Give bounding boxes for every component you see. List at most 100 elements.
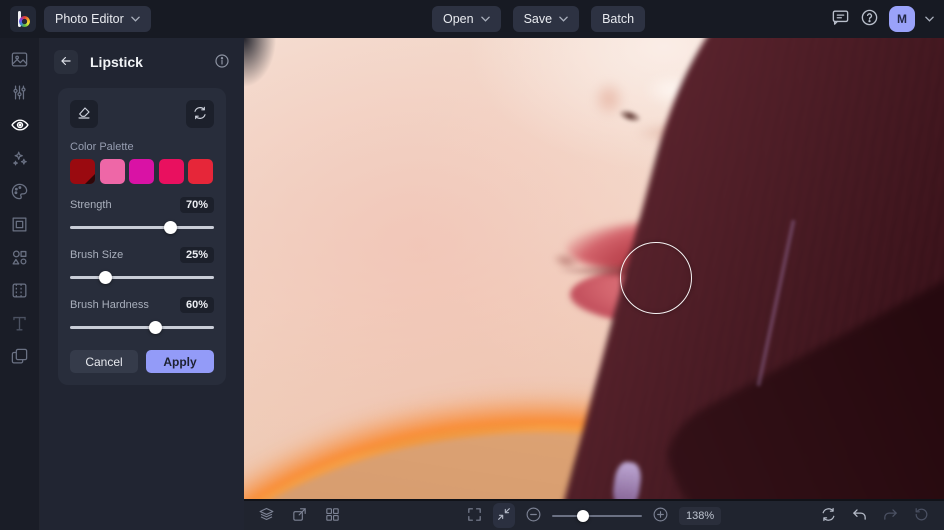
- feedback-chat-button[interactable]: [831, 8, 850, 30]
- strength-slider-knob[interactable]: [163, 221, 177, 234]
- chevron-down-icon: [131, 16, 140, 22]
- help-icon: [860, 8, 879, 30]
- zoom-controls-group: 138%: [466, 503, 722, 528]
- back-button[interactable]: [54, 50, 78, 74]
- brush-size-row: Brush Size 25%: [70, 247, 214, 263]
- info-button[interactable]: [214, 53, 230, 72]
- color-swatch-magenta[interactable]: [129, 159, 154, 184]
- zoom-slider-knob[interactable]: [576, 509, 589, 522]
- color-palette-label: Color Palette: [70, 141, 134, 153]
- save-button[interactable]: Save: [512, 6, 580, 32]
- zoom-slider-track[interactable]: [552, 514, 642, 517]
- app-menu-label: Photo Editor: [55, 12, 124, 26]
- eraser-icon: [76, 105, 92, 124]
- brush-hardness-slider[interactable]: [70, 321, 214, 334]
- account-menu-button[interactable]: [925, 16, 934, 22]
- sidebar-item-graphics[interactable]: [9, 249, 31, 268]
- brush-cursor[interactable]: [620, 242, 692, 314]
- panel-action-buttons: Cancel Apply: [70, 350, 214, 373]
- adjust-sliders-icon: [10, 83, 29, 105]
- avatar[interactable]: M: [889, 6, 915, 32]
- brush-hardness-slider-track[interactable]: [70, 326, 214, 329]
- brush-hardness-row: Brush Hardness 60%: [70, 297, 214, 313]
- arrow-left-icon: [59, 54, 73, 71]
- help-button[interactable]: [860, 8, 879, 30]
- brush-tools-row: [70, 100, 214, 128]
- zoom-out-button[interactable]: [525, 506, 542, 526]
- sidebar-item-edit[interactable]: [9, 84, 31, 103]
- strength-slider-track[interactable]: [70, 226, 214, 229]
- undo-button[interactable]: [851, 506, 868, 526]
- sidebar-item-layers[interactable]: [9, 348, 31, 367]
- compare-button[interactable]: [291, 506, 308, 526]
- reset-history-button[interactable]: [913, 506, 930, 526]
- reset-refresh-icon: [192, 105, 208, 124]
- top-bar: Photo Editor Open Save Batch M: [0, 0, 944, 38]
- panel-title: Lipstick: [90, 54, 143, 70]
- logo-rainbow-ring-icon: [19, 16, 30, 27]
- open-button[interactable]: Open: [432, 6, 501, 32]
- batch-button[interactable]: Batch: [591, 6, 646, 32]
- color-swatch-red[interactable]: [188, 159, 213, 184]
- reset-button[interactable]: [186, 100, 214, 128]
- eraser-button[interactable]: [70, 100, 98, 128]
- grid-view-button[interactable]: [324, 506, 341, 526]
- redo-button[interactable]: [882, 506, 899, 526]
- brush-size-slider-knob[interactable]: [99, 271, 112, 284]
- panel-header: Lipstick: [40, 38, 244, 84]
- zoom-slider[interactable]: [552, 509, 642, 522]
- cancel-button[interactable]: Cancel: [70, 350, 138, 373]
- file-actions-group: Open Save Batch: [432, 6, 646, 32]
- zoom-in-button[interactable]: [652, 506, 669, 526]
- textures-icon: [10, 281, 29, 303]
- strength-slider[interactable]: [70, 221, 214, 234]
- lipstick-panel: Lipstick Color Palette Strength 70% Brus…: [40, 38, 244, 530]
- color-swatch-dark-red[interactable]: [70, 159, 95, 184]
- fullscreen-icon: [466, 506, 483, 526]
- redo-icon: [882, 506, 899, 526]
- brush-size-value-badge: 25%: [179, 247, 214, 263]
- open-label: Open: [443, 12, 474, 26]
- photo-canvas[interactable]: [244, 38, 944, 499]
- effects-sparkles-icon: [10, 149, 29, 171]
- sidebar-item-textures[interactable]: [9, 282, 31, 301]
- sidebar-item-photo[interactable]: [9, 51, 31, 70]
- sidebar-item-artsy[interactable]: [9, 183, 31, 202]
- plus-circle-icon: [652, 506, 669, 526]
- touchup-eye-icon: [10, 115, 30, 138]
- apply-button[interactable]: Apply: [146, 350, 214, 373]
- text-icon: [10, 314, 29, 336]
- befunky-logo[interactable]: [10, 6, 36, 32]
- brush-hardness-value-badge: 60%: [179, 297, 214, 313]
- brush-size-slider[interactable]: [70, 271, 214, 284]
- tools-sidebar: [0, 38, 40, 530]
- brush-hardness-slider-knob[interactable]: [149, 321, 163, 334]
- compare-external-icon: [291, 506, 308, 526]
- frames-icon: [10, 215, 29, 237]
- strength-label: Strength: [70, 199, 112, 211]
- chevron-down-icon: [480, 16, 490, 22]
- color-swatch-pink[interactable]: [99, 159, 125, 184]
- photo-icon: [10, 50, 29, 72]
- batch-label: Batch: [602, 12, 635, 26]
- brush-size-label: Brush Size: [70, 249, 124, 261]
- brush-hardness-label: Brush Hardness: [70, 299, 149, 311]
- chat-icon: [831, 8, 850, 30]
- sidebar-item-effects[interactable]: [9, 150, 31, 169]
- sidebar-item-text[interactable]: [9, 315, 31, 334]
- rotate-refresh-icon: [820, 506, 837, 526]
- sidebar-item-touchup[interactable]: [9, 117, 31, 136]
- fullscreen-button[interactable]: [466, 506, 483, 526]
- topbar-right-group: M: [831, 6, 934, 32]
- color-swatch-raspberry[interactable]: [158, 159, 184, 184]
- layers-icon: [258, 506, 275, 526]
- app-menu-button[interactable]: Photo Editor: [44, 6, 151, 32]
- minus-circle-icon: [525, 506, 542, 526]
- color-swatch-row: [70, 159, 214, 184]
- fit-to-screen-button[interactable]: [493, 503, 515, 528]
- fit-to-screen-icon: [496, 506, 512, 525]
- sidebar-item-frames[interactable]: [9, 216, 31, 235]
- rotate-refresh-button[interactable]: [820, 506, 837, 526]
- layers-button[interactable]: [258, 506, 275, 526]
- brush-size-slider-track[interactable]: [70, 276, 214, 279]
